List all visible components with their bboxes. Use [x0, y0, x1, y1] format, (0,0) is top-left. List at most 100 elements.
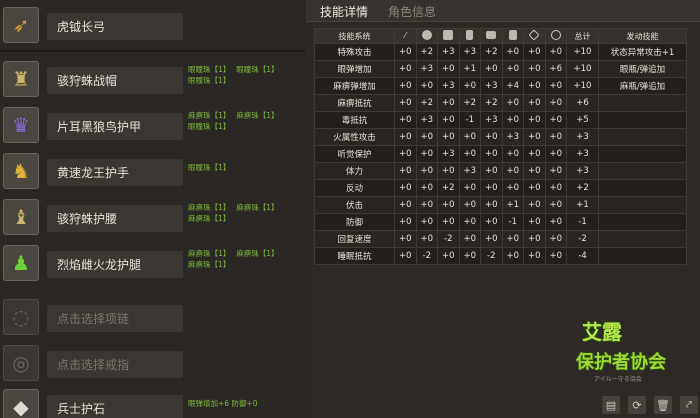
skill-value: +3 [437, 43, 460, 61]
tab-bar: 技能详情 角色信息 [306, 0, 700, 22]
table-row: 伏击 +0 +0 +0 +0 +0 +1 +0 +0 +1 [314, 196, 687, 214]
skill-name: 麻痹弹增加 [314, 77, 395, 95]
jewel-list: 眼瞳珠【1】 [188, 163, 231, 172]
skill-value: +0 [437, 128, 460, 146]
table-row: 睡眠抵抗 +0 -2 +0 +0 -2 +0 +0 +0 -4 [314, 247, 687, 265]
skill-value: +3 [501, 128, 524, 146]
skill-total: -4 [566, 247, 599, 265]
skill-total: +6 [566, 94, 599, 112]
skill-value: +0 [458, 77, 481, 95]
charm-name: 兵士护石 [47, 395, 183, 418]
ring-slot[interactable]: ◎ 点击选择戒指 [0, 342, 306, 386]
skill-name: 防御 [314, 213, 395, 231]
armor-slot-legs[interactable]: ♟ 烈焰雌火龙护腿 麻痹珠【1】 麻痹珠【1】麻痹珠【1】 [0, 242, 306, 286]
skill-value: +0 [415, 162, 438, 180]
table-row: 体力 +0 +0 +0 +3 +0 +0 +0 +0 +3 [314, 162, 687, 180]
share-button[interactable]: ⤤ [680, 396, 698, 414]
skill-value: +2 [415, 43, 438, 61]
refresh-button[interactable]: ⟳ [628, 396, 646, 414]
skill-value: +0 [458, 128, 481, 146]
skill-value: +2 [480, 43, 503, 61]
skill-value: +0 [480, 213, 503, 231]
waist-armor-icon: ♝ [3, 199, 39, 235]
skill-value: +0 [523, 43, 546, 61]
armor-slot-chest[interactable]: ♛ 片耳黑狼鸟护甲 麻痹珠【1】 麻痹珠【1】眼瞳珠【1】 [0, 104, 306, 148]
table-row: 反动 +0 +0 +2 +0 +0 +0 +0 +0 +2 [314, 179, 687, 197]
skill-value: +0 [458, 247, 481, 265]
skill-table: 技能系统 ⁄ 总计 发动技能 特殊攻击 +0 +2 +3 +3 +2 +0 +0 +0 +10 状态… [314, 28, 687, 265]
necklace-slot[interactable]: ◌ 点击选择项链 [0, 296, 306, 340]
skill-value: +0 [394, 145, 417, 163]
delete-button[interactable]: 🗑 [654, 396, 672, 414]
skill-value: +0 [415, 77, 438, 95]
skill-value: +0 [437, 94, 460, 112]
skill-value: +0 [394, 196, 417, 214]
skill-total: -1 [566, 213, 599, 231]
skill-value: +0 [394, 230, 417, 248]
tab-role-info[interactable]: 角色信息 [388, 0, 436, 22]
skill-value: +0 [437, 162, 460, 180]
skill-value: +0 [501, 111, 524, 129]
skill-value: +0 [544, 94, 567, 112]
skill-value: +0 [523, 94, 546, 112]
skill-value: +0 [501, 94, 524, 112]
save-icon: ▤ [605, 398, 617, 412]
table-row: 麻痹抵抗 +0 +2 +0 +2 +2 +0 +0 +0 +6 [314, 94, 687, 112]
save-button[interactable]: ▤ [602, 396, 620, 414]
armor-slot-head[interactable]: ♜ 骇狩蛛战帽 眼瞳珠【1】 眼瞳珠【1】眼瞳珠【1】 [0, 58, 306, 102]
skill-value: +0 [523, 145, 546, 163]
skill-value: +6 [544, 60, 567, 78]
skill-value: +3 [415, 60, 438, 78]
skill-total: +3 [566, 128, 599, 146]
active-skill [598, 94, 687, 112]
armor-slot-waist[interactable]: ♝ 骇狩蛛护腰 麻痹珠【1】 麻痹珠【1】麻痹珠【1】 [0, 196, 306, 240]
armor-name: 黄速龙王护手 [47, 159, 183, 186]
skill-value: +0 [458, 179, 481, 197]
skill-value: +0 [458, 213, 481, 231]
helmet-icon: ♜ [3, 61, 39, 97]
skill-name: 睡眠抵抗 [314, 247, 395, 265]
table-row: 麻痹弹增加 +0 +0 +3 +0 +3 +4 +0 +0 +10 麻瓶/弹追加 [314, 77, 687, 95]
skill-value: +0 [480, 230, 503, 248]
skill-value: +2 [437, 179, 460, 197]
skill-value: +0 [523, 247, 546, 265]
ring-icon: ◎ [3, 345, 39, 381]
skill-name: 眼弹增加 [314, 60, 395, 78]
necklace-icon: ◌ [3, 299, 39, 335]
logo: 艾露 保护者协会 アイルー守る協会 [576, 320, 666, 383]
active-skill: 眼瓶/弹追加 [598, 60, 687, 78]
ring-placeholder: 点击选择戒指 [47, 351, 183, 378]
weapon-icon: ⁄ [404, 31, 406, 40]
charm-skills: 眼弹增加+6 防御+0 [188, 399, 258, 408]
chest-armor-icon: ♛ [3, 107, 39, 143]
tab-skill-detail[interactable]: 技能详情 [320, 0, 368, 22]
active-skill [598, 162, 687, 180]
skill-value: +0 [523, 230, 546, 248]
gauntlet-icon: ♞ [3, 153, 39, 189]
share-icon: ⤤ [685, 398, 693, 411]
skill-value: +0 [501, 43, 524, 61]
skill-value: +0 [544, 230, 567, 248]
skill-total: -2 [566, 230, 599, 248]
skill-name: 伏击 [314, 196, 395, 214]
jewel-list: 眼瞳珠【1】 眼瞳珠【1】眼瞳珠【1】 [188, 65, 279, 85]
arm-icon [466, 30, 474, 40]
chest-icon [443, 30, 454, 40]
skill-value: +0 [458, 145, 481, 163]
skill-value: +0 [501, 247, 524, 265]
skill-value: -2 [415, 247, 438, 265]
skill-value: +1 [501, 196, 524, 214]
skill-value: -1 [458, 111, 481, 129]
armor-slot-arms[interactable]: ♞ 黄速龙王护手 眼瞳珠【1】 [0, 150, 306, 194]
skill-value: +0 [437, 60, 460, 78]
skill-value: +3 [458, 162, 481, 180]
weapon-slot[interactable]: ➶ 虎钺长弓 [0, 4, 306, 48]
skill-value: +0 [394, 162, 417, 180]
skill-name: 反动 [314, 179, 395, 197]
active-skill [598, 179, 687, 197]
active-skill: 状态异常攻击+1 [598, 43, 687, 61]
skill-total: +5 [566, 111, 599, 129]
skill-value: +0 [480, 145, 503, 163]
charm-slot[interactable]: ◆ 兵士护石 眼弹增加+6 防御+0 [0, 386, 306, 418]
skill-value: +0 [394, 60, 417, 78]
